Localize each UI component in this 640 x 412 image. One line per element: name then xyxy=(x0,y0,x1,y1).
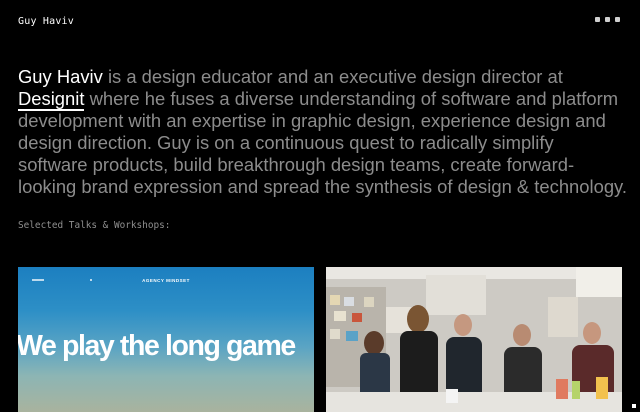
card-headline: We play the long game xyxy=(18,330,296,362)
talks-section-label: Selected Talks & Workshops: xyxy=(18,220,171,231)
email-icon[interactable] xyxy=(605,17,610,22)
company-link[interactable]: Designit xyxy=(18,88,85,111)
bio-paragraph: Guy Haviv is a design educator and an ex… xyxy=(18,66,628,198)
bio-name: Guy Haviv xyxy=(18,66,103,87)
linkedin-icon[interactable] xyxy=(615,17,620,22)
workshop-photo xyxy=(326,267,622,412)
bio-text-before: is a design educator and an executive de… xyxy=(102,66,563,87)
site-name[interactable]: Guy Haviv xyxy=(18,16,74,27)
social-links xyxy=(595,17,620,22)
bio-text-after: where he fuses a diverse understanding o… xyxy=(18,88,627,197)
scroll-indicator xyxy=(632,404,636,408)
talk-card-long-game[interactable]: AGENCY MINDSET We play the long game xyxy=(18,267,314,412)
talk-card-workshop[interactable] xyxy=(326,267,622,412)
card-kicker: AGENCY MINDSET xyxy=(142,278,190,283)
dribbble-icon[interactable] xyxy=(595,17,600,22)
